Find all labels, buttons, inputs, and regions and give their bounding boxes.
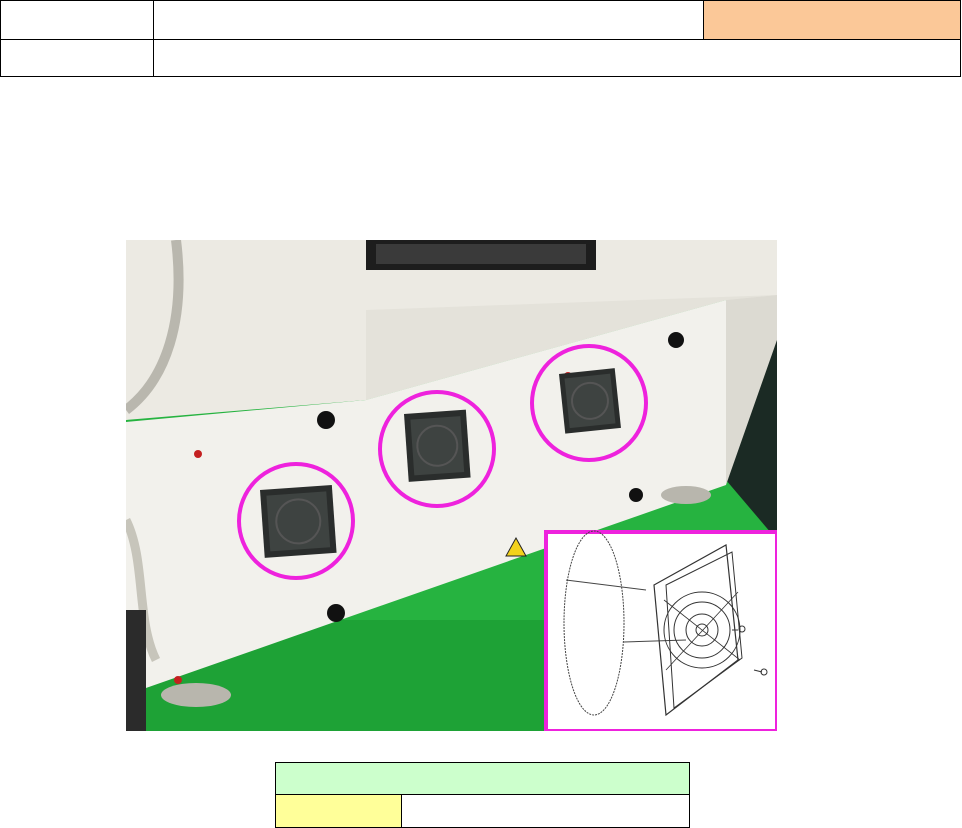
caption-table <box>275 762 690 828</box>
header-description <box>154 40 960 77</box>
header-table <box>0 0 961 77</box>
caption-label <box>276 795 402 827</box>
fan-filter <box>260 484 337 558</box>
header-status-cell <box>704 1 960 39</box>
header-label-2 <box>1 40 153 77</box>
machine-photo <box>126 240 777 731</box>
caption-title <box>276 763 689 795</box>
header-title <box>154 1 703 39</box>
fan-filter <box>559 368 621 434</box>
fan-diagram-inset <box>544 530 777 731</box>
caption-value <box>402 795 689 827</box>
fan-filter <box>404 409 471 482</box>
header-label-1 <box>1 1 153 39</box>
